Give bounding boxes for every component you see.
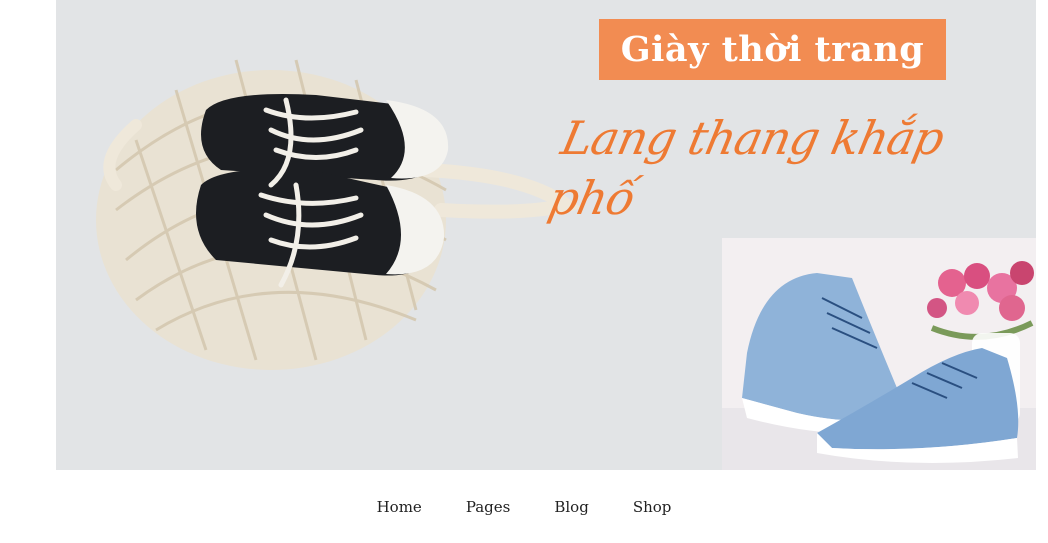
nav-item-shop[interactable]: Shop [633,498,672,516]
hero-banner: Giày thời trang Lang thang khắp phố [56,0,1036,470]
main-nav: Home Pages Blog Shop [0,470,1048,543]
nav-item-home[interactable]: Home [377,498,422,516]
nav-item-pages[interactable]: Pages [466,498,511,516]
hero-subtitle: Lang thang khắp phố [543,111,949,225]
hero-title: Giày thời trang [599,19,946,80]
blue-sneakers-image [722,238,1036,470]
nav-item-blog[interactable]: Blog [554,498,588,516]
